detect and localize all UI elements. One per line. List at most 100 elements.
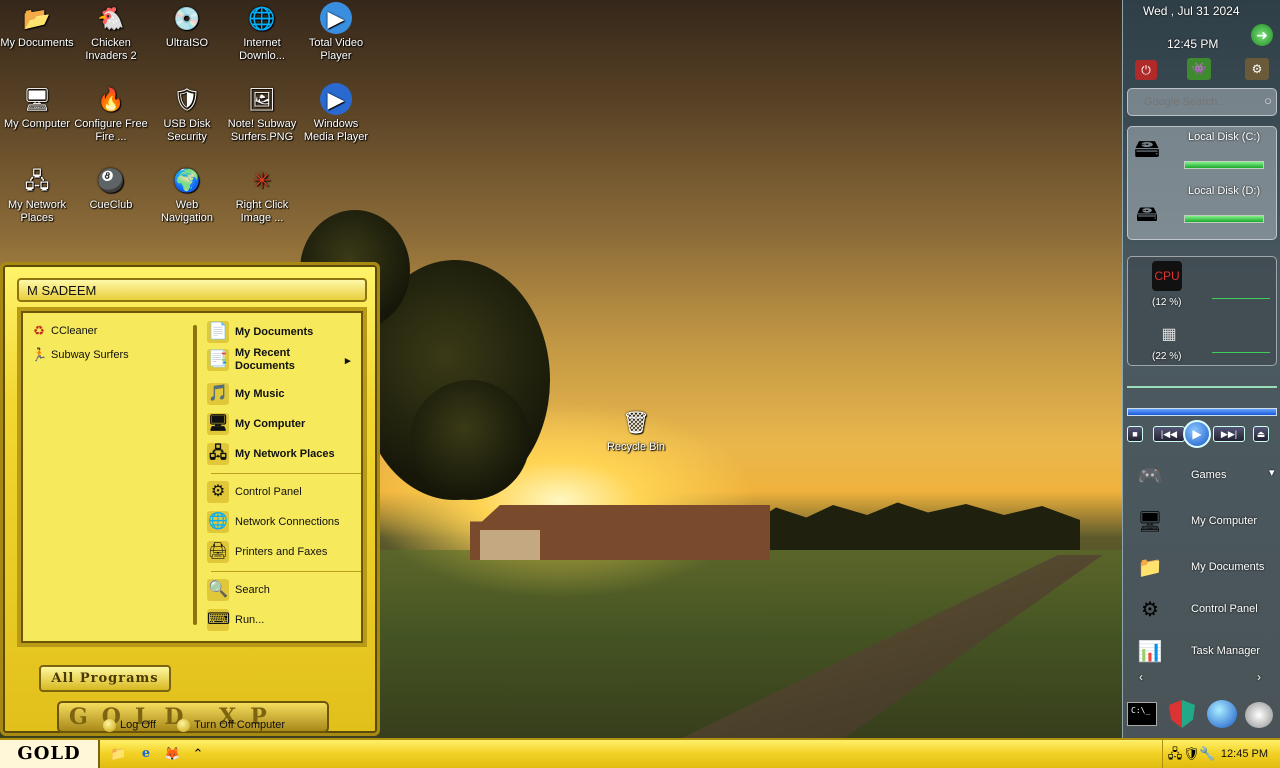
start-item-my-documents[interactable]: 📄 My Documents [207,321,313,343]
network-icon: 🖧 [24,167,50,193]
chevron-down-icon[interactable]: ▾ [1269,466,1275,479]
windows-drive-icon: 🖴 [1133,133,1161,163]
desktop-icon-right-click-image[interactable]: ✳ Right Click Image ... [225,162,299,225]
media-progress-bar[interactable] [1127,408,1277,416]
start-item-subway-surfers[interactable]: 🏃 Subway Surfers [31,347,129,363]
sidebar-link-my-computer[interactable]: 🖥 My Computer [1131,502,1277,540]
google-search-box[interactable]: ○ [1127,88,1277,116]
memory-percent: (22 %) [1152,351,1182,362]
settings-icon[interactable]: ⚙ [1245,58,1269,80]
ccleaner-icon: ♻ [33,323,45,338]
eject-icon[interactable]: ⏏ [1253,426,1269,442]
recent-documents-icon: 📑 [207,349,229,371]
menu-separator [211,571,361,572]
expand-icon[interactable]: ⌃ [190,746,206,762]
desktop-icon-web-navigation[interactable]: 🌍 Web Navigation [150,162,224,225]
network-connections-icon: 🌐 [207,511,229,533]
desktop-icon-my-documents[interactable]: 📂 My Documents [0,0,74,50]
start-item-printers-and-faxes[interactable]: 🖨 Printers and Faxes [207,541,327,563]
play-icon[interactable]: ▶ [1183,420,1211,448]
image-file-icon: 🖼 [248,86,276,112]
sidebar-date: Wed , Jul 31 2024 [1143,4,1240,18]
desktop-icon-ultraiso[interactable]: 💿 UltraISO [150,0,224,50]
submenu-arrow-icon: ▸ [345,354,351,367]
wallpaper-tree [410,380,530,500]
desktop-icon-free-fire[interactable]: 🔥 Configure Free Fire ... [74,81,148,144]
start-menu-user-name: M SADEEM [17,278,367,302]
sidebar-link-my-documents[interactable]: 📁 My Documents [1131,548,1277,586]
drive-c-usage-bar [1184,161,1264,169]
start-menu-body: ♻ CCleaner 🏃 Subway Surfers 📄 My Documents … [17,307,367,647]
desktop-icon-my-computer[interactable]: 🖥 My Computer [0,81,74,131]
start-item-my-music[interactable]: 🎵 My Music [207,383,285,405]
sidebar-time: 12:45 PM [1167,37,1219,51]
media-track-line [1127,386,1277,388]
next-track-icon[interactable]: ▶▶| [1213,426,1245,442]
start-button[interactable]: GOLD XP [0,740,100,768]
scroll-left-icon[interactable]: ‹ [1139,670,1143,684]
gear-star-icon: ✳ [252,167,272,193]
drives-widget: 🖴 Local Disk (C:) 🖴 Local Disk (D:) [1127,126,1277,240]
recycle-bin-icon: 🗑 [622,409,650,435]
start-item-control-panel[interactable]: ⚙ Control Panel [207,481,302,503]
sidebar-link-control-panel[interactable]: ⚙ Control Panel [1131,590,1277,628]
sidebar-link-games[interactable]: 🎮 Games ▾ [1131,456,1277,494]
scroll-right-icon[interactable]: › [1257,670,1261,684]
desktop-icon-internet-download[interactable]: 🌐 Internet Downlo... [225,0,299,63]
command-prompt-icon[interactable]: C:\_ [1127,702,1157,726]
start-menu: M SADEEM ♻ CCleaner 🏃 Subway Surfers 📄 My D… [0,262,380,736]
start-item-my-computer[interactable]: 🖥 My Computer [207,413,305,435]
desktop-icon-windows-media-player[interactable]: ▶ Windows Media Player [299,81,373,144]
start-item-ccleaner[interactable]: ♻ CCleaner [31,323,97,339]
desktop-icon-recycle-bin[interactable]: 🗑 Recycle Bin [599,404,673,454]
system-tray: 🖧 🛡 🔧 12:45 PM [1162,740,1280,768]
desktop-icon-chicken-invaders[interactable]: 🐔 Chicken Invaders 2 [74,0,148,63]
hard-disk-icon: 🖴 [1135,201,1159,226]
network-icon: 🖧 [207,443,229,465]
start-item-search[interactable]: 🔍 Search [207,579,270,601]
start-item-my-recent-documents[interactable]: 📑 My Recent Documents ▸ [207,347,357,373]
desktop-icon-subway-surfers-png[interactable]: 🖼 Note! Subway Surfers.PNG [225,81,299,144]
start-item-network-connections[interactable]: 🌐 Network Connections [207,511,340,533]
printer-icon: 🖨 [207,541,229,563]
desktop-icon-total-video-player[interactable]: ▶ Total Video Player [299,0,373,63]
desktop-icon-my-network-places[interactable]: 🖧 My Network Places [0,162,74,225]
log-off-button[interactable]: Log Off [103,711,156,739]
drive-d-label: Local Disk (D:) [1188,185,1261,197]
desktop-icon-usb-disk-security[interactable]: 🛡 USB Disk Security [150,81,224,144]
internet-explorer-icon[interactable]: e [138,746,154,762]
globe-download-icon: 🌐 [248,5,276,31]
taskbar: GOLD XP 📁 e 🦊 ⌃ 🖧 🛡 🔧 12:45 PM [0,738,1280,768]
stop-icon[interactable]: ■ [1127,426,1143,442]
search-icon: 🔍 [207,579,229,601]
start-item-my-network-places[interactable]: 🖧 My Network Places [207,443,335,465]
cpu-percent: (12 %) [1152,297,1182,308]
firefox-icon[interactable]: 🦊 [164,746,180,762]
security-shield-icon[interactable] [1169,700,1195,728]
log-off-icon [103,718,116,732]
task-manager-icon: 📊 [1137,640,1163,663]
search-icon[interactable]: ○ [1264,93,1272,108]
folder-icon[interactable]: 📁 [110,746,126,762]
start-item-run[interactable]: ⌨ Run... [207,609,264,631]
desktop-icon-cueclub[interactable]: 🎱 CueClub [74,162,148,212]
media-player-icon: ▶ [320,83,352,115]
all-programs-button[interactable]: All Programs [39,665,171,692]
arrow-right-icon[interactable]: ➜ [1251,24,1273,46]
control-panel-icon: ⚙ [207,481,229,503]
sidebar-link-task-manager[interactable]: 📊 Task Manager [1131,632,1277,670]
network-globe-icon[interactable] [1207,700,1237,728]
security-icon[interactable]: 🛡 [1183,746,1200,762]
tools-icon[interactable]: 🔧 [1199,746,1215,762]
fire-icon: 🔥 [97,86,125,112]
taskbar-clock: 12:45 PM [1220,748,1268,760]
google-search-input[interactable] [1144,94,1254,110]
alien-icon[interactable]: 👾 [1187,58,1211,80]
menu-separator [211,473,361,474]
previous-track-icon[interactable]: |◀◀ [1153,426,1185,442]
network-icon[interactable]: 🖧 [1167,746,1183,762]
chicken-icon: 🐔 [97,5,125,31]
speaker-icon[interactable] [1245,702,1273,728]
turn-off-computer-button[interactable]: Turn Off Computer [177,711,285,739]
shutdown-icon[interactable]: ⏻ [1135,60,1157,80]
